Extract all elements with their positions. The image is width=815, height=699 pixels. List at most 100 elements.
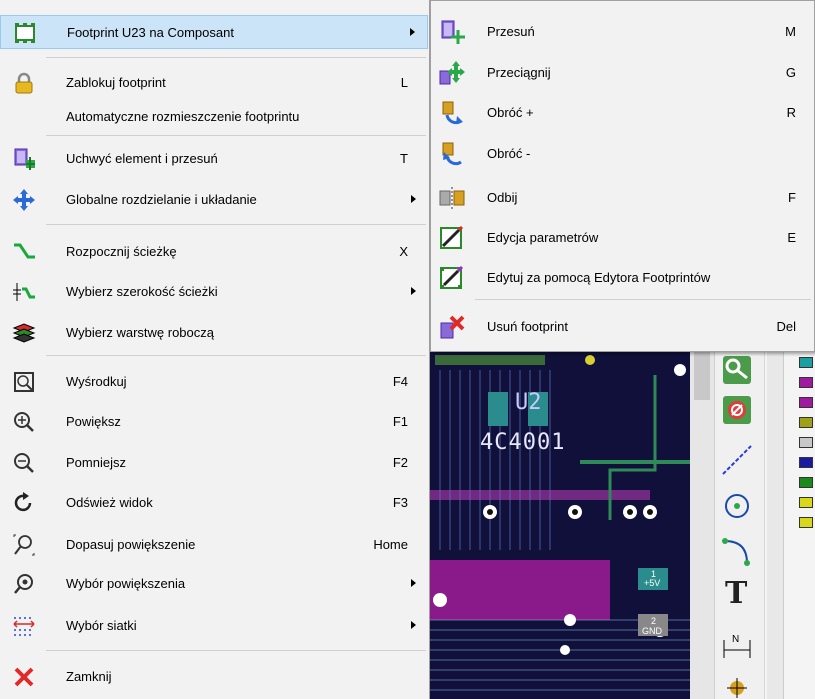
line-tool-icon[interactable] (721, 444, 753, 476)
submenu-item-flip[interactable]: Odbij F (431, 178, 814, 218)
menu-separator (46, 650, 426, 651)
submenu-item-shortcut: F (788, 190, 796, 205)
menu-separator (46, 355, 426, 356)
submenu-item-shortcut: R (786, 105, 796, 120)
submenu-arrow-icon (411, 195, 416, 203)
zoom-fit-icon (12, 534, 36, 556)
layer-swatch-6[interactable] (799, 457, 813, 468)
submenu-item-label: Przeciągnij (487, 65, 551, 80)
submenu-item-label: Obróć - (487, 146, 531, 161)
menu-item-grid-select[interactable]: Wybór siatki (0, 609, 428, 643)
pcb-pin2-net: GND (642, 626, 662, 636)
submenu-item-edit-params[interactable]: Edycja parametrów E (431, 218, 814, 258)
menu-item-center[interactable]: Wyśrodkuj F4 (0, 365, 428, 399)
right-toolbar: T N (714, 340, 765, 699)
menu-item-global-spread[interactable]: Globalne rozdzielanie i układanie (0, 183, 428, 217)
submenu-item-label: Odbij (487, 190, 518, 205)
submenu-item-rotate-plus[interactable]: Obróć + R (431, 93, 814, 133)
canvas-scrollbar[interactable] (690, 340, 714, 699)
close-icon (12, 666, 36, 688)
menu-item-track-width[interactable]: Wybierz szerokość ścieżki (0, 275, 428, 309)
submenu-item-rotate-minus[interactable]: Obróć - (431, 134, 814, 174)
submenu-arrow-icon (410, 28, 415, 36)
track-icon (12, 241, 36, 263)
menu-separator (46, 224, 426, 225)
layer-swatch-4[interactable] (799, 417, 813, 428)
grab-move-icon (12, 148, 36, 170)
pcb-value-label: 4C4001 (480, 430, 566, 455)
submenu-separator (475, 299, 811, 300)
menu-item-shortcut: X (399, 244, 408, 259)
menu-item-start-track[interactable]: Rozpocznij ścieżkę X (0, 235, 428, 269)
menu-item-label: Wyśrodkuj (66, 374, 127, 389)
menu-item-label: Odśwież widok (66, 495, 153, 510)
menu-item-lock-footprint[interactable]: Zablokuj footprint L (0, 66, 428, 100)
menu-item-zoom-out[interactable]: Pomniejsz F2 (0, 446, 428, 480)
menu-item-label: Rozpocznij ścieżkę (66, 244, 177, 259)
menu-item-label: Wybór powiększenia (66, 576, 186, 591)
submenu-item-footprint-editor[interactable]: Edytuj za pomocą Edytora Footprintów (431, 258, 814, 298)
menu-item-close[interactable]: Zamknij (0, 660, 428, 694)
pcb-canvas[interactable]: U2 4C4001 +5V 1 GND 2 (430, 350, 690, 699)
submenu-item-move[interactable]: Przesuń M (431, 12, 814, 52)
circle-tool-icon[interactable] (721, 490, 753, 522)
layers-icon (12, 322, 36, 344)
menu-item-shortcut: F3 (392, 495, 408, 510)
scrollbar-thumb[interactable] (694, 350, 710, 400)
menu-item-select-layer[interactable]: Wybierz warstwę roboczą (0, 316, 428, 350)
menu-item-shortcut: F1 (392, 414, 408, 429)
zoom-out-icon (12, 452, 36, 474)
submenu-item-shortcut: M (785, 24, 796, 39)
pcb-pin2-num: 2 (651, 616, 657, 626)
menu-separator (46, 57, 426, 58)
submenu-item-label: Edytuj za pomocą Edytora Footprintów (487, 270, 711, 285)
menu-item-zoom-in[interactable]: Powiększ F1 (0, 405, 428, 439)
menu-item-label: Wybierz szerokość ścieżki (66, 284, 218, 299)
layer-swatch-5[interactable] (799, 437, 813, 448)
rotate-cw-icon (439, 101, 465, 125)
submenu-item-drag[interactable]: Przeciągnij G (431, 53, 814, 93)
menu-item-grab-move[interactable]: Uchwyć element i przesuń T (0, 142, 428, 176)
layer-panel-scrollbar[interactable] (767, 340, 784, 699)
footprint-icon (13, 22, 37, 44)
footprint-submenu: Przesuń M Przeciągnij G Obróć + R Obróć … (430, 0, 815, 352)
refresh-icon (12, 492, 36, 514)
zoom-in-icon (12, 411, 36, 433)
via-tool-icon[interactable] (723, 356, 751, 384)
menu-item-label: Wybierz warstwę roboczą (66, 325, 214, 340)
layer-swatch-1[interactable] (799, 357, 813, 368)
submenu-arrow-icon (411, 287, 416, 295)
submenu-item-label: Usuń footprint (487, 319, 568, 334)
menu-item-refresh[interactable]: Odśwież widok F3 (0, 486, 428, 520)
layer-swatch-2[interactable] (799, 377, 813, 388)
layer-swatch-9[interactable] (799, 517, 813, 528)
menu-item-shortcut: F4 (392, 374, 408, 389)
text-tool-icon[interactable]: T (725, 576, 747, 611)
menu-item-shortcut: F2 (392, 455, 408, 470)
pcb-pin1-net: +5V (644, 578, 661, 588)
menu-item-footprint[interactable]: Footprint U23 na Composant (0, 15, 428, 49)
keepout-icon[interactable] (723, 396, 751, 424)
pcb-ref-label: U2 (515, 390, 542, 415)
dimension-tool-icon[interactable]: N (721, 630, 753, 660)
delete-icon (439, 315, 465, 339)
menu-item-zoom-select[interactable]: Wybór powiększenia (0, 567, 428, 601)
drag-icon (439, 61, 465, 85)
menu-item-auto-place[interactable]: Automatyczne rozmieszczenie footprintu (0, 100, 428, 134)
move-arrows-icon (12, 189, 36, 211)
submenu-arrow-icon (411, 621, 416, 629)
menu-item-label: Uchwyć element i przesuń (66, 151, 218, 166)
target-tool-icon[interactable] (727, 678, 747, 698)
arc-tool-icon[interactable] (721, 535, 753, 567)
footprint-editor-icon (439, 266, 465, 290)
menu-item-zoom-fit[interactable]: Dopasuj powiększenie Home (0, 528, 428, 562)
submenu-item-delete-footprint[interactable]: Usuń footprint Del (431, 307, 814, 347)
pcb-pin1-num: 1 (651, 569, 657, 579)
layer-panel (764, 340, 815, 699)
layer-swatch-3[interactable] (799, 397, 813, 408)
submenu-item-label: Obróć + (487, 105, 534, 120)
menu-item-label: Zablokuj footprint (66, 75, 166, 90)
layer-swatch-8[interactable] (799, 497, 813, 508)
layer-swatch-7[interactable] (799, 477, 813, 488)
submenu-item-shortcut: Del (776, 319, 796, 334)
